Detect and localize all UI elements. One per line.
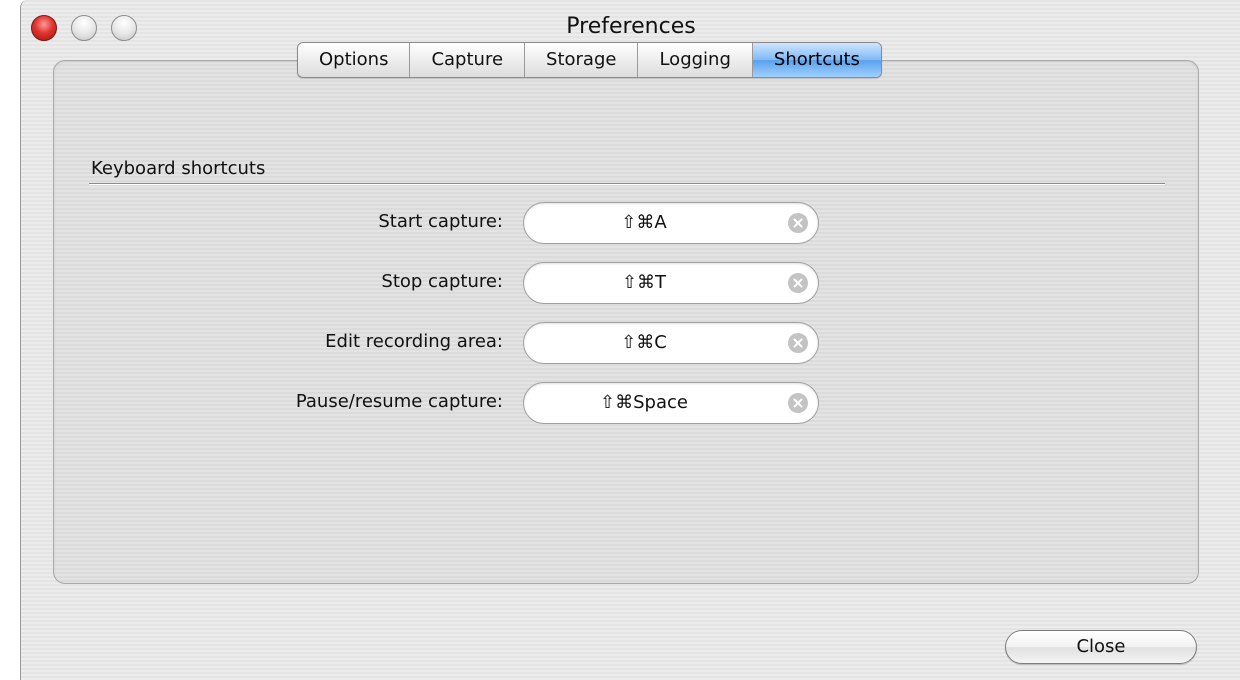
tab-capture[interactable]: Capture <box>410 43 526 77</box>
tab-bar: Options Capture Storage Logging Shortcut… <box>297 42 882 78</box>
preferences-window: Preferences Options Capture Storage Logg… <box>20 0 1240 680</box>
shortcut-label: Pause/resume capture: <box>295 391 503 412</box>
shortcut-value: ⇧⌘A <box>621 212 667 233</box>
tab-options[interactable]: Options <box>298 43 411 77</box>
shortcut-row: Stop capture: <box>303 262 503 304</box>
edit-recording-area-shortcut-field[interactable]: ⇧⌘C <box>523 322 819 364</box>
shortcut-value: ⇧⌘T <box>621 272 667 293</box>
stop-capture-shortcut-field[interactable]: ⇧⌘T <box>523 262 819 304</box>
clear-icon[interactable] <box>788 213 808 233</box>
clear-icon[interactable] <box>788 333 808 353</box>
section-divider <box>89 183 1165 185</box>
section-heading: Keyboard shortcuts <box>91 158 266 179</box>
clear-icon[interactable] <box>788 393 808 413</box>
shortcut-label: Stop capture: <box>381 271 503 292</box>
clear-icon[interactable] <box>788 273 808 293</box>
shortcut-value: ⇧⌘C <box>621 332 667 353</box>
shortcut-label: Start capture: <box>378 211 503 232</box>
screen: e e Preferences Options Capture Storage … <box>0 0 1240 680</box>
tab-shortcuts[interactable]: Shortcuts <box>752 43 881 77</box>
close-button[interactable]: Close <box>1005 630 1197 664</box>
start-capture-shortcut-field[interactable]: ⇧⌘A <box>523 202 819 244</box>
tab-storage[interactable]: Storage <box>525 43 639 77</box>
tab-logging[interactable]: Logging <box>638 43 753 77</box>
window-title: Preferences <box>566 14 696 39</box>
shortcut-value: ⇧⌘Space <box>600 392 688 413</box>
shortcut-row: Start capture: <box>303 202 503 244</box>
shortcut-row: Pause/resume capture: <box>223 382 503 424</box>
shortcut-row: Edit recording area: <box>253 322 503 364</box>
pause-resume-capture-shortcut-field[interactable]: ⇧⌘Space <box>523 382 819 424</box>
shortcut-label: Edit recording area: <box>325 331 503 352</box>
